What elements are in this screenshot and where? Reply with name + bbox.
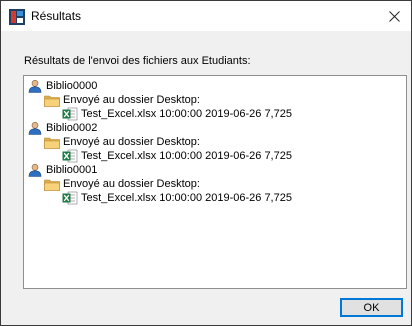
tree-file-label: Test_Excel.xlsx 10:00:00 2019-06-26 7,72… xyxy=(81,192,292,204)
tree-user-item[interactable]: Biblio0002 xyxy=(27,121,97,135)
tree-user-label: Biblio0001 xyxy=(46,164,98,176)
results-caption: Résultats de l'envoi des fichiers aux Et… xyxy=(24,55,251,67)
user-icon xyxy=(27,79,43,93)
ok-button[interactable]: OK xyxy=(340,298,403,317)
user-icon xyxy=(27,163,43,177)
window-app-icon xyxy=(9,9,25,25)
tree-folder-item[interactable]: Envoyé au dossier Desktop: xyxy=(44,177,200,191)
folder-icon xyxy=(44,177,60,191)
tree-file-item[interactable]: Test_Excel.xlsx 10:00:00 2019-06-26 7,72… xyxy=(62,107,292,121)
tree-user-item[interactable]: Biblio0001 xyxy=(27,163,97,177)
excel-file-icon xyxy=(62,107,78,121)
window-title: Résultats xyxy=(31,9,82,23)
tree-user-label: Biblio0000 xyxy=(46,80,98,92)
results-tree[interactable]: Biblio0000 Envoyé au dossier Desktop: Te… xyxy=(23,75,407,289)
tree-user-item[interactable]: Biblio0000 xyxy=(27,79,97,93)
excel-file-icon xyxy=(62,191,78,205)
title-bar[interactable]: Résultats xyxy=(1,1,411,31)
tree-file-label: Test_Excel.xlsx 10:00:00 2019-06-26 7,72… xyxy=(81,150,292,162)
tree-folder-label: Envoyé au dossier Desktop: xyxy=(63,178,200,190)
tree-user-label: Biblio0002 xyxy=(46,122,98,134)
tree-file-label: Test_Excel.xlsx 10:00:00 2019-06-26 7,72… xyxy=(81,108,292,120)
tree-file-item[interactable]: Test_Excel.xlsx 10:00:00 2019-06-26 7,72… xyxy=(62,149,292,163)
tree-folder-item[interactable]: Envoyé au dossier Desktop: xyxy=(44,93,200,107)
folder-icon xyxy=(44,135,60,149)
tree-folder-item[interactable]: Envoyé au dossier Desktop: xyxy=(44,135,200,149)
tree-folder-label: Envoyé au dossier Desktop: xyxy=(63,94,200,106)
excel-file-icon xyxy=(62,149,78,163)
tree-folder-label: Envoyé au dossier Desktop: xyxy=(63,136,200,148)
close-button[interactable] xyxy=(377,1,411,31)
results-dialog: Résultats Résultats de l'envoi des fichi… xyxy=(0,0,412,326)
tree-file-item[interactable]: Test_Excel.xlsx 10:00:00 2019-06-26 7,72… xyxy=(62,191,292,205)
user-icon xyxy=(27,121,43,135)
close-icon xyxy=(388,10,400,22)
folder-icon xyxy=(44,93,60,107)
